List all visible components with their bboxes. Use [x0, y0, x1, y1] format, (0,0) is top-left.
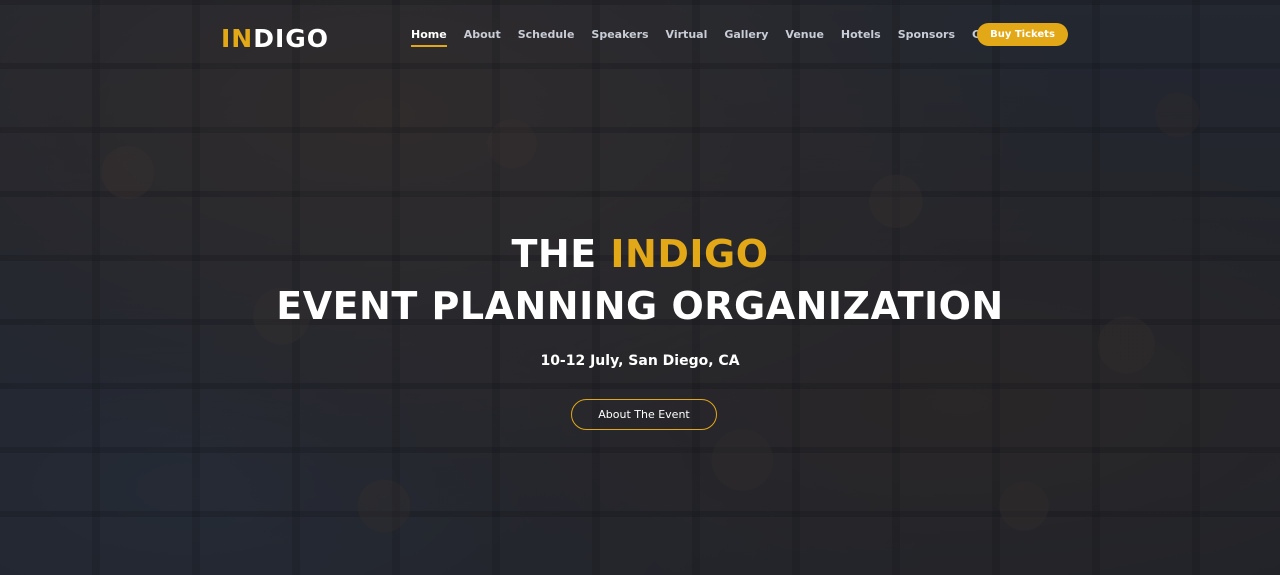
- nav-item-virtual[interactable]: Virtual: [666, 28, 708, 47]
- nav-item-venue[interactable]: Venue: [785, 28, 824, 47]
- nav-item-gallery[interactable]: Gallery: [724, 28, 768, 47]
- event-date-location: 10-12 July, San Diego, CA: [540, 353, 740, 369]
- logo-text: DIGO: [253, 24, 330, 53]
- hero-title-line2: EVENT PLANNING ORGANIZATION: [276, 284, 1004, 328]
- hero-title-line1: THE INDIGO: [0, 232, 1280, 276]
- hero-section: THE INDIGO EVENT PLANNING ORGANIZATION 1…: [0, 0, 1280, 575]
- nav-item-speakers[interactable]: Speakers: [591, 28, 648, 47]
- nav-item-about[interactable]: About: [464, 28, 501, 47]
- logo-accent-text: IN: [221, 24, 254, 53]
- hero-title-accent: INDIGO: [610, 232, 769, 276]
- about-the-event-button[interactable]: About The Event: [571, 399, 717, 430]
- nav-item-schedule[interactable]: Schedule: [518, 28, 575, 47]
- nav-item-hotels[interactable]: Hotels: [841, 28, 881, 47]
- site-header: INDIGO Home About Schedule Speakers Virt…: [0, 0, 1280, 70]
- main-nav: Home About Schedule Speakers Virtual Gal…: [411, 28, 1037, 47]
- buy-tickets-button[interactable]: Buy Tickets: [977, 23, 1068, 46]
- nav-item-sponsors[interactable]: Sponsors: [898, 28, 955, 47]
- hero-title-prefix: THE: [511, 232, 597, 276]
- nav-item-home[interactable]: Home: [411, 28, 447, 47]
- logo[interactable]: INDIGO: [221, 24, 329, 53]
